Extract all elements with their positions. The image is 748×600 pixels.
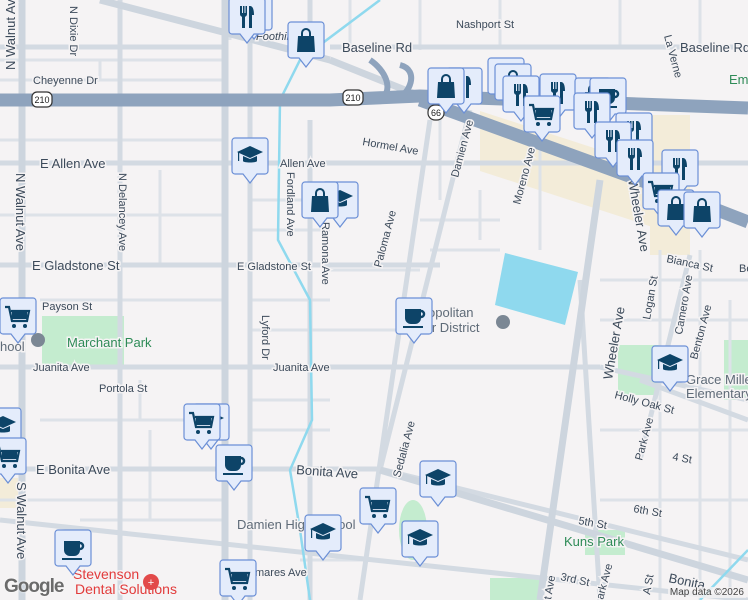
school-poi-icon[interactable]	[31, 333, 45, 347]
svg-text:210: 210	[34, 95, 49, 105]
street-label: Damien Ave	[449, 119, 476, 179]
cafe-marker[interactable]	[395, 297, 433, 344]
street-label: 4 St	[671, 451, 692, 466]
street-label: mares Ave	[255, 567, 307, 579]
grocery-marker[interactable]	[219, 559, 257, 600]
street-label: E Allen Ave	[40, 156, 106, 171]
shopping-marker[interactable]	[301, 181, 339, 228]
street-label: E Gladstone St	[32, 258, 120, 273]
place-label: Em	[729, 72, 748, 87]
street-label: Baseline Rd	[342, 40, 412, 55]
street-label: S Walnut Ave	[14, 482, 29, 559]
street-label: Portola St	[99, 383, 147, 395]
school-label[interactable]: hool	[0, 338, 26, 356]
i210-shield-east: 210	[342, 89, 364, 106]
svg-text:210: 210	[345, 93, 360, 103]
street-label: E Gladstone St	[237, 261, 311, 273]
map-canvas[interactable]: 210 210 66 Nashport St Baseline Rd Basel…	[0, 0, 748, 600]
google-logo: Google	[4, 576, 64, 597]
street-label: N Walnut Ave	[3, 0, 18, 70]
street-label: Logan St	[641, 275, 660, 320]
street-label: Juanita Ave	[33, 362, 90, 374]
street-label: Nashport St	[456, 19, 514, 31]
education-marker[interactable]	[231, 137, 269, 184]
street-label: Baseline Rd	[680, 40, 748, 55]
street-label: Allen Ave	[280, 158, 326, 170]
street-label: Hormel Ave	[361, 136, 419, 158]
street-label: Payson St	[42, 301, 92, 313]
street-label: Ramona Ave	[319, 222, 331, 285]
map-attribution[interactable]: Map data ©2026	[667, 587, 746, 598]
street-label: Cheyenne Dr	[33, 75, 98, 87]
street-label: Be	[739, 263, 748, 275]
street-label: N Dixie Dr	[67, 6, 79, 56]
street-label: Bonita Ave	[296, 462, 359, 481]
grace-miller-label[interactable]: Grace Miller	[685, 371, 748, 389]
stevenson-label-2[interactable]: Dental Solutions	[74, 580, 179, 599]
park-area-3	[490, 578, 540, 600]
cafe-marker[interactable]	[215, 444, 253, 491]
street-label: 3rd St	[559, 571, 590, 589]
street-label: E Bonita Ave	[36, 462, 110, 477]
education-marker[interactable]	[401, 520, 439, 567]
reservoir	[495, 253, 578, 325]
street-label: Sedalia Ave	[391, 420, 418, 479]
street-label: 6th St	[632, 503, 662, 520]
street-label: Park Ave	[633, 416, 656, 461]
street-label: Juanita Ave	[273, 362, 330, 374]
grocery-marker[interactable]	[0, 297, 37, 344]
i210-shield-west: 210	[31, 91, 53, 108]
street-label: Fordland Ave	[284, 172, 296, 237]
government-poi-icon[interactable]	[496, 315, 510, 329]
street-label: N Walnut Ave	[13, 173, 28, 251]
street-label: N Delancey Ave	[116, 173, 128, 251]
street-label: Paloma Ave	[372, 209, 399, 269]
street-label: Lyford Dr	[259, 315, 271, 360]
grace-miller-label-2[interactable]: Elementary	[685, 385, 748, 403]
marchant-park-label[interactable]: Marchant Park	[66, 334, 154, 352]
street-label: Benton Ave	[688, 304, 714, 361]
education-marker[interactable]	[419, 460, 457, 507]
grocery-marker[interactable]	[359, 487, 397, 534]
kuns-park-label[interactable]: Kuns Park	[563, 533, 626, 551]
stevenson-label[interactable]: Stevenson	[72, 565, 141, 584]
medical-cross-icon: +	[148, 577, 154, 589]
svg-text:66: 66	[431, 108, 441, 118]
